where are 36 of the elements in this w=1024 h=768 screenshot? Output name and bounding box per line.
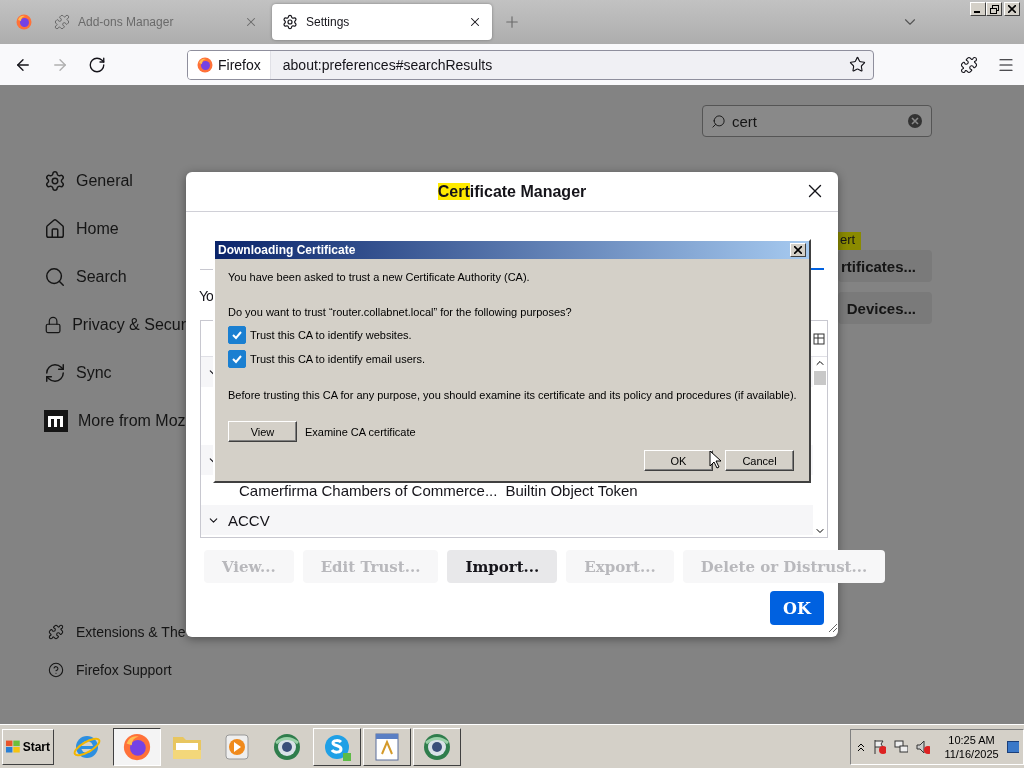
browser-tab[interactable]: Add-ons Manager: [44, 4, 268, 40]
start-button[interactable]: Start: [2, 728, 54, 765]
sidebar-link[interactable]: Extensions & The: [44, 613, 186, 651]
browser-tab[interactable]: Settings: [272, 4, 492, 40]
clock-date[interactable]: 11/16/2025: [944, 746, 999, 761]
search-highlight: ert: [838, 232, 862, 250]
settings-button[interactable]: Devices...: [838, 292, 932, 324]
token-name: Builtin Object Token: [505, 481, 638, 499]
message-text: You have been asked to trust a new Certificate Authority (CA).: [228, 270, 531, 285]
ok-button[interactable]: OK: [770, 591, 824, 625]
action-button[interactable]: Import...: [447, 550, 558, 583]
clock-time[interactable]: 10:25 AM: [948, 732, 995, 747]
advice-text: Before trusting this CA for any purpose, you should examine its certificate and its policy and procedures (if available).: [228, 388, 796, 403]
settings-button[interactable]: rtificates...: [838, 250, 932, 282]
group-row[interactable]: ACCV: [201, 505, 813, 535]
sidebar-item[interactable]: Search: [44, 253, 186, 301]
tab-content-text: Yo: [199, 287, 213, 306]
view-caption: Examine CA certificate: [305, 425, 416, 438]
dialog-button[interactable]: OK: [644, 450, 713, 471]
dialog-button[interactable]: Cancel: [725, 450, 794, 471]
certificate-name: Camerfirma Chambers of Commerce...: [239, 481, 498, 499]
url-text: about:preferences#searchResults: [281, 56, 494, 73]
sidebar-item[interactable]: More from Moz: [44, 397, 186, 445]
checkbox-label: Trust this CA to identify websites.: [249, 329, 412, 341]
sidebar-item[interactable]: Sync: [44, 349, 186, 397]
search-field[interactable]: cert: [702, 105, 932, 137]
address-bar[interactable]: Firefox about:preferences#searchResults: [187, 49, 874, 80]
sidebar-item[interactable]: Home: [44, 205, 186, 253]
sidebar-item[interactable]: Privacy & Secur: [44, 301, 186, 349]
identity-label: Firefox: [218, 56, 261, 73]
sidebar-item[interactable]: General: [44, 157, 186, 205]
question-text: Do you want to trust “router.collabnet.local” for the following purposes?: [228, 305, 573, 320]
dialog-title: Downloading Certificate: [218, 243, 356, 257]
view-button[interactable]: View: [228, 421, 297, 442]
checkbox-label: Trust this CA to identify email users.: [249, 353, 426, 365]
sidebar-link[interactable]: Firefox Support: [44, 651, 186, 689]
